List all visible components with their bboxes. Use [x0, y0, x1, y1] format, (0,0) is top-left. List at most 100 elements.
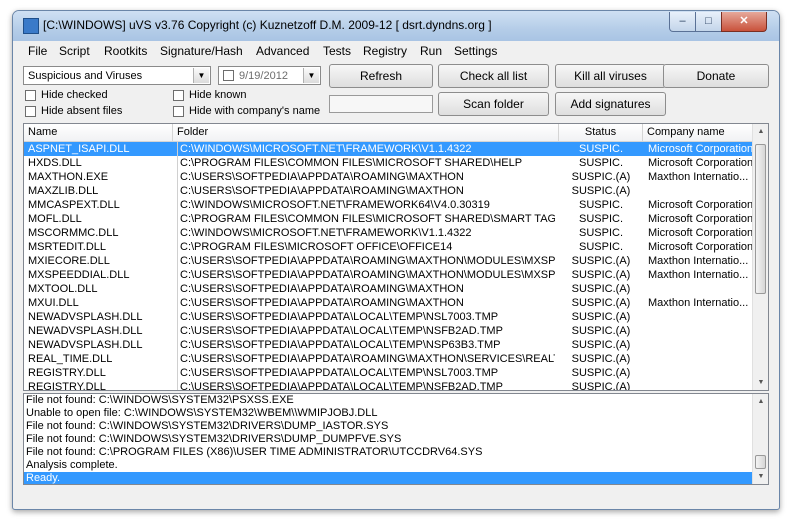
list-header: Name Folder Status Company name — [24, 124, 753, 142]
kill-all-viruses-button[interactable]: Kill all viruses — [555, 64, 666, 88]
table-row[interactable]: HXDS.DLL C:\PROGRAM FILES\COMMON FILES\MI… — [24, 156, 753, 170]
close-button[interactable]: ✕ — [721, 12, 767, 32]
scan-folder-button[interactable]: Scan folder — [438, 92, 549, 116]
status-cell: SUSPIC.(A) — [571, 311, 631, 323]
status-cell: SUSPIC.(A) — [571, 255, 631, 267]
log-scrollbar[interactable]: ▲ ▼ — [752, 394, 768, 484]
column-status[interactable]: Status — [559, 124, 643, 141]
table-row[interactable]: NEWADVSPLASH.DLL C:\USERS\SOFTPEDIA\APPDA… — [24, 338, 753, 352]
status-cell: SUSPIC.(A) — [571, 367, 631, 379]
table-row[interactable]: NEWADVSPLASH.DLL C:\USERS\SOFTPEDIA\APPDA… — [24, 324, 753, 338]
log-output[interactable]: File not found: C:\WINDOWS\SYSTEM32\PSXS… — [23, 393, 769, 485]
column-name[interactable]: Name — [24, 124, 173, 141]
log-line: Analysis complete. — [26, 459, 118, 471]
donate-button[interactable]: Donate — [663, 64, 769, 88]
table-row[interactable]: MAXTHON.EXE C:\USERS\SOFTPEDIA\APPDATA\RO… — [24, 170, 753, 184]
column-folder[interactable]: Folder — [173, 124, 559, 141]
file-name-cell: MAXTHON.EXE — [28, 171, 109, 183]
table-row[interactable]: MXSPEEDDIAL.DLL C:\USERS\SOFTPEDIA\APPDAT… — [24, 268, 753, 282]
status-cell: SUSPIC.(A) — [571, 269, 631, 281]
table-row[interactable]: NEWADVSPLASH.DLL C:\USERS\SOFTPEDIA\APPDA… — [24, 310, 753, 324]
add-signatures-button[interactable]: Add signatures — [555, 92, 666, 116]
log-line: File not found: C:\WINDOWS\SYSTEM32\PSXS… — [26, 394, 294, 406]
refresh-button[interactable]: Refresh — [329, 64, 433, 88]
menu-registry[interactable]: Registry — [363, 44, 407, 58]
table-row[interactable]: REGISTRY.DLL C:\USERS\SOFTPEDIA\APPDATA\L… — [24, 380, 753, 391]
company-cell — [646, 324, 754, 338]
table-row[interactable]: MXUI.DLL C:\USERS\SOFTPEDIA\APPDATA\ROAMI… — [24, 296, 753, 310]
menu-tests[interactable]: Tests — [323, 44, 351, 58]
chevron-down-icon[interactable]: ▼ — [303, 68, 319, 83]
company-cell — [646, 338, 754, 352]
scroll-down-icon[interactable]: ▼ — [754, 375, 768, 390]
scroll-up-icon[interactable]: ▲ — [754, 124, 768, 139]
list-scrollbar[interactable]: ▲ ▼ — [752, 124, 768, 390]
table-row[interactable]: MMCASPEXT.DLL C:\WINDOWS\MICROSOFT.NET\FR… — [24, 198, 753, 212]
folder-cell: C:\USERS\SOFTPEDIA\APPDATA\ROAMING\MAXTH… — [177, 296, 555, 310]
date-enable-checkbox[interactable] — [223, 70, 234, 81]
hide-absent-files-label: Hide absent files — [41, 105, 123, 117]
status-cell: SUSPIC.(A) — [571, 185, 631, 197]
hide-company-checkbox[interactable]: Hide with company's name — [173, 105, 323, 119]
table-row[interactable]: MXTOOL.DLL C:\USERS\SOFTPEDIA\APPDATA\ROA… — [24, 282, 753, 296]
file-name-cell: MSRTEDIT.DLL — [28, 241, 107, 253]
menu-bar: File Script Rootkits Signature/Hash Adva… — [13, 41, 779, 61]
title-bar[interactable]: [C:\WINDOWS] uVS v3.76 Copyright (c) Kuz… — [13, 11, 779, 41]
hide-checked-label: Hide checked — [41, 89, 108, 101]
menu-run[interactable]: Run — [420, 44, 442, 58]
chevron-down-icon[interactable]: ▼ — [193, 68, 209, 83]
menu-signature-hash[interactable]: Signature/Hash — [160, 44, 243, 58]
check-all-list-button[interactable]: Check all list — [438, 64, 549, 88]
company-cell — [646, 352, 754, 366]
filter-select[interactable]: Suspicious and Viruses ▼ — [23, 66, 211, 85]
table-row[interactable]: REAL_TIME.DLL C:\USERS\SOFTPEDIA\APPDATA\… — [24, 352, 753, 366]
file-name-cell: MMCASPEXT.DLL — [28, 199, 120, 211]
column-company[interactable]: Company name — [643, 124, 753, 141]
checkbox-box[interactable] — [25, 90, 36, 101]
table-row[interactable]: ASPNET_ISAPI.DLL C:\WINDOWS\MICROSOFT.NET… — [24, 142, 753, 156]
hide-absent-files-checkbox[interactable]: Hide absent files — [25, 105, 155, 119]
scroll-up-icon[interactable]: ▲ — [754, 394, 768, 409]
folder-cell: C:\USERS\SOFTPEDIA\APPDATA\ROAMING\MAXTH… — [177, 268, 555, 282]
hide-checked-checkbox[interactable]: Hide checked — [25, 89, 135, 103]
files-list[interactable]: Name Folder Status Company name ASPNET_I… — [23, 123, 769, 391]
menu-file[interactable]: File — [28, 44, 47, 58]
table-row[interactable]: MXIECORE.DLL C:\USERS\SOFTPEDIA\APPDATA\R… — [24, 254, 753, 268]
scroll-down-icon[interactable]: ▼ — [754, 469, 768, 484]
company-cell — [646, 282, 754, 296]
hide-company-label: Hide with company's name — [189, 105, 321, 117]
checkbox-box[interactable] — [25, 106, 36, 117]
table-row[interactable]: REGISTRY.DLL C:\USERS\SOFTPEDIA\APPDATA\L… — [24, 366, 753, 380]
table-row[interactable]: MSRTEDIT.DLL C:\PROGRAM FILES\MICROSOFT O… — [24, 240, 753, 254]
status-cell: SUSPIC.(A) — [571, 381, 631, 391]
table-row[interactable]: MAXZLIB.DLL C:\USERS\SOFTPEDIA\APPDATA\RO… — [24, 184, 753, 198]
status-cell: SUSPIC. — [578, 241, 623, 253]
app-icon — [23, 18, 39, 34]
maximize-button[interactable]: □ — [695, 12, 722, 32]
folder-cell: C:\PROGRAM FILES\COMMON FILES\MICROSOFT … — [177, 212, 555, 226]
status-cell: SUSPIC. — [578, 213, 623, 225]
file-name-cell: MXTOOL.DLL — [28, 283, 98, 295]
status-cell: SUSPIC.(A) — [571, 353, 631, 365]
folder-cell: C:\USERS\SOFTPEDIA\APPDATA\ROAMING\MAXTH… — [177, 184, 555, 198]
minimize-button[interactable]: – — [669, 12, 696, 32]
hide-known-checkbox[interactable]: Hide known — [173, 89, 283, 103]
scroll-thumb[interactable] — [755, 455, 766, 469]
table-row[interactable]: MOFL.DLL C:\PROGRAM FILES\COMMON FILES\MI… — [24, 212, 753, 226]
menu-rootkits[interactable]: Rootkits — [104, 44, 147, 58]
checkbox-box[interactable] — [173, 106, 184, 117]
list-rows: ASPNET_ISAPI.DLL C:\WINDOWS\MICROSOFT.NET… — [24, 142, 753, 391]
log-line: File not found: C:\WINDOWS\SYSTEM32\DRIV… — [26, 433, 402, 445]
menu-script[interactable]: Script — [59, 44, 90, 58]
status-cell: SUSPIC.(A) — [571, 325, 631, 337]
file-name-cell: MOFL.DLL — [28, 213, 82, 225]
table-row[interactable]: MSCORMMC.DLL C:\WINDOWS\MICROSOFT.NET\FRA… — [24, 226, 753, 240]
menu-advanced[interactable]: Advanced — [256, 44, 309, 58]
folder-cell: C:\USERS\SOFTPEDIA\APPDATA\ROAMING\MAXTH… — [177, 170, 555, 184]
menu-settings[interactable]: Settings — [454, 44, 497, 58]
checkbox-box[interactable] — [173, 90, 184, 101]
status-cell: SUSPIC.(A) — [571, 171, 631, 183]
date-picker[interactable]: 9/19/2012 ▼ — [218, 66, 321, 85]
filter-value: Suspicious and Viruses — [28, 70, 143, 82]
scroll-thumb[interactable] — [755, 144, 766, 294]
